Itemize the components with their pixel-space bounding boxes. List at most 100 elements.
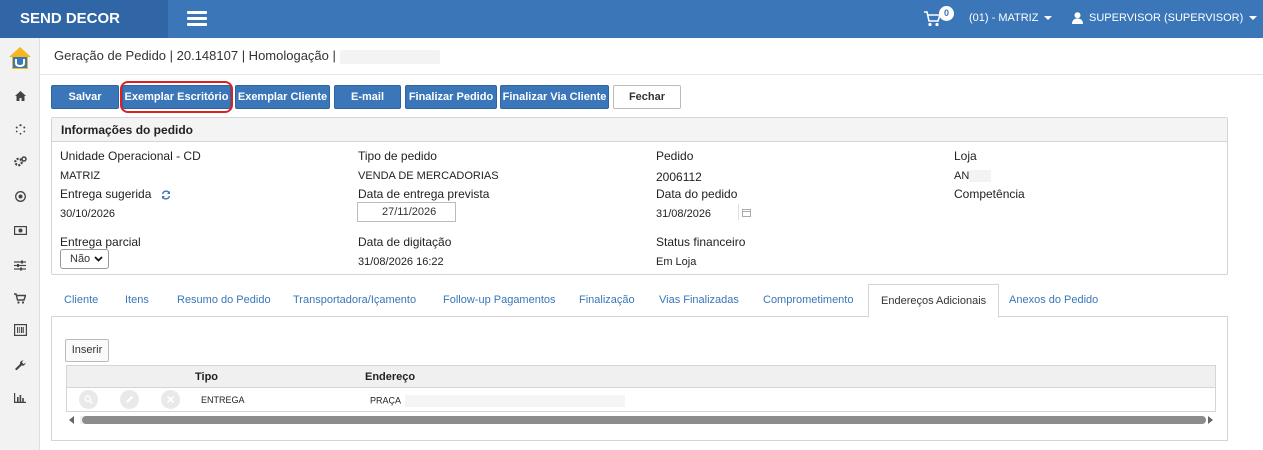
sliders-icon — [14, 260, 26, 270]
wrench-icon — [14, 359, 26, 370]
unidade-value: MATRIZ — [60, 170, 101, 182]
addresses-panel: Inserir Tipo Endereço ENTREGA PRAÇA — [51, 317, 1228, 441]
status-financeiro-value: Em Loja — [656, 256, 697, 268]
cell-endereco-text: PRAÇA — [370, 395, 402, 406]
scroll-thumb[interactable] — [82, 416, 1206, 424]
delivery-date-input[interactable]: 27/11/2026 — [357, 202, 751, 222]
chevron-down-icon — [94, 256, 103, 262]
user-menu[interactable]: SUPERVISOR (SUPERVISOR) — [1072, 12, 1258, 25]
tab-transportadora[interactable]: Transportadora/Içamento — [293, 284, 416, 317]
sidebar-item-filters[interactable] — [0, 255, 40, 275]
delete-icon[interactable] — [161, 390, 180, 409]
finalize-client-button[interactable]: Finalizar Via Cliente — [500, 85, 609, 109]
sidebar-item-reports[interactable] — [0, 388, 40, 408]
loja-text: AN — [954, 170, 970, 182]
email-button[interactable]: E-mail — [334, 85, 401, 109]
money-icon — [13, 225, 27, 235]
tab-anexos[interactable]: Anexos do Pedido — [1009, 284, 1098, 317]
finalize-order-button[interactable]: Finalizar Pedido — [405, 85, 497, 109]
delivery-date-value: 27/11/2026 — [382, 206, 437, 218]
chevron-down-icon — [1044, 16, 1053, 21]
insert-button[interactable]: Inserir — [65, 339, 109, 362]
cell-endereco: PRAÇA — [370, 395, 626, 407]
column-header-endereco[interactable]: Endereço — [365, 371, 415, 383]
bar-chart-icon — [14, 393, 26, 403]
tab-cliente[interactable]: Cliente — [64, 284, 98, 317]
user-label: SUPERVISOR (SUPERVISOR) — [1089, 12, 1244, 24]
entrega-sugerida-value: 30/10/2026 — [60, 208, 116, 220]
sidebar-item-settings[interactable] — [0, 151, 40, 171]
refresh-icon[interactable] — [161, 190, 171, 200]
calendar-icon[interactable] — [738, 204, 754, 220]
addresses-table: Tipo Endereço ENTREGA PRAÇA — [66, 365, 1216, 412]
menu-toggle-icon[interactable] — [187, 11, 207, 27]
horizontal-scrollbar[interactable] — [66, 413, 1216, 427]
view-icon[interactable] — [79, 390, 98, 409]
unidade-label: Unidade Operacional - CD — [60, 149, 201, 163]
close-button[interactable]: Fechar — [613, 85, 681, 109]
chevron-down-icon — [1249, 16, 1258, 21]
competencia-label: Competência — [954, 187, 1025, 201]
store-selector[interactable]: (01) - MATRIZ — [969, 12, 1053, 24]
panel-title: Informações do pedido — [52, 118, 1227, 142]
save-button[interactable]: Salvar — [51, 85, 119, 109]
tab-resumo[interactable]: Resumo do Pedido — [177, 284, 271, 317]
data-pedido-label: Data do pedido — [656, 187, 738, 201]
breadcrumb-text: Geração de Pedido | 20.148107 | Homologa… — [54, 48, 336, 63]
home-icon — [14, 91, 26, 101]
sidebar-item-target[interactable] — [0, 186, 40, 206]
redacted-text — [405, 395, 626, 407]
tab-follow-up[interactable]: Follow-up Pagamentos — [443, 284, 556, 317]
tab-comprometimento[interactable]: Comprometimento — [763, 284, 853, 317]
store-label: (01) - MATRIZ — [969, 12, 1039, 24]
scroll-left-icon[interactable] — [69, 416, 74, 424]
cart-icon — [14, 292, 26, 304]
office-copy-button[interactable]: Exemplar Escritório — [122, 85, 231, 109]
order-info-panel: Informações do pedido Unidade Operaciona… — [51, 117, 1228, 275]
scroll-right-icon[interactable] — [1208, 416, 1213, 424]
cart-button[interactable]: 0 — [921, 6, 954, 32]
target-icon — [14, 190, 26, 202]
app-logo-icon[interactable] — [8, 46, 32, 70]
barcode-icon — [13, 324, 27, 336]
sidebar-item-finance[interactable] — [0, 220, 40, 240]
tab-enderecos-adicionais[interactable]: Endereços Adicionais — [868, 284, 1000, 318]
data-pedido-value: 31/08/2026 — [656, 208, 712, 220]
top-navbar: SEND DECOR 0 (01) - MATRIZ SUPERVISOR (S… — [0, 0, 1263, 38]
cart-count-badge: 0 — [939, 6, 954, 21]
sidebar-item-spinner[interactable] — [0, 119, 40, 139]
table-row: ENTREGA PRAÇA — [67, 388, 1215, 412]
edit-icon[interactable] — [120, 390, 139, 409]
client-copy-button[interactable]: Exemplar Cliente — [235, 85, 330, 109]
data-digitacao-value: 31/08/2026 16:22 — [358, 256, 444, 268]
tipo-label: Tipo de pedido — [358, 149, 437, 163]
entrega-parcial-label: Entrega parcial — [60, 235, 141, 249]
loja-value: AN — [954, 170, 992, 183]
redacted-text — [969, 170, 992, 183]
sidebar-item-home[interactable] — [0, 86, 40, 106]
partial-delivery-value: Não — [70, 253, 91, 265]
status-financeiro-label: Status financeiro — [656, 235, 746, 249]
breadcrumb: Geração de Pedido | 20.148107 | Homologa… — [54, 48, 440, 64]
loja-label: Loja — [954, 149, 977, 163]
redacted-text — [339, 49, 440, 64]
brand-logo[interactable]: SEND DECOR — [0, 0, 168, 38]
column-header-tipo[interactable]: Tipo — [195, 371, 218, 383]
pedido-label: Pedido — [656, 149, 694, 163]
sidebar-item-tools[interactable] — [0, 355, 40, 375]
user-icon — [1072, 12, 1083, 25]
data-digitacao-label: Data de digitação — [358, 235, 452, 249]
cell-tipo: ENTREGA — [201, 395, 245, 405]
tab-finalizacao[interactable]: Finalização — [579, 284, 635, 317]
tab-itens[interactable]: Itens — [125, 284, 149, 317]
tab-vias-finalizadas[interactable]: Vias Finalizadas — [659, 284, 739, 317]
spinner-icon — [15, 123, 25, 135]
tab-bar: Cliente Itens Resumo do Pedido Transport… — [51, 284, 1228, 318]
divider — [40, 74, 1263, 75]
sidebar-item-barcode[interactable] — [0, 320, 40, 340]
partial-delivery-select[interactable]: Não — [60, 249, 109, 269]
entrega-sugerida-label: Entrega sugerida — [60, 187, 171, 201]
entrega-sugerida-text: Entrega sugerida — [60, 187, 152, 201]
cogs-icon — [13, 155, 27, 166]
sidebar-item-cart[interactable] — [0, 288, 40, 308]
